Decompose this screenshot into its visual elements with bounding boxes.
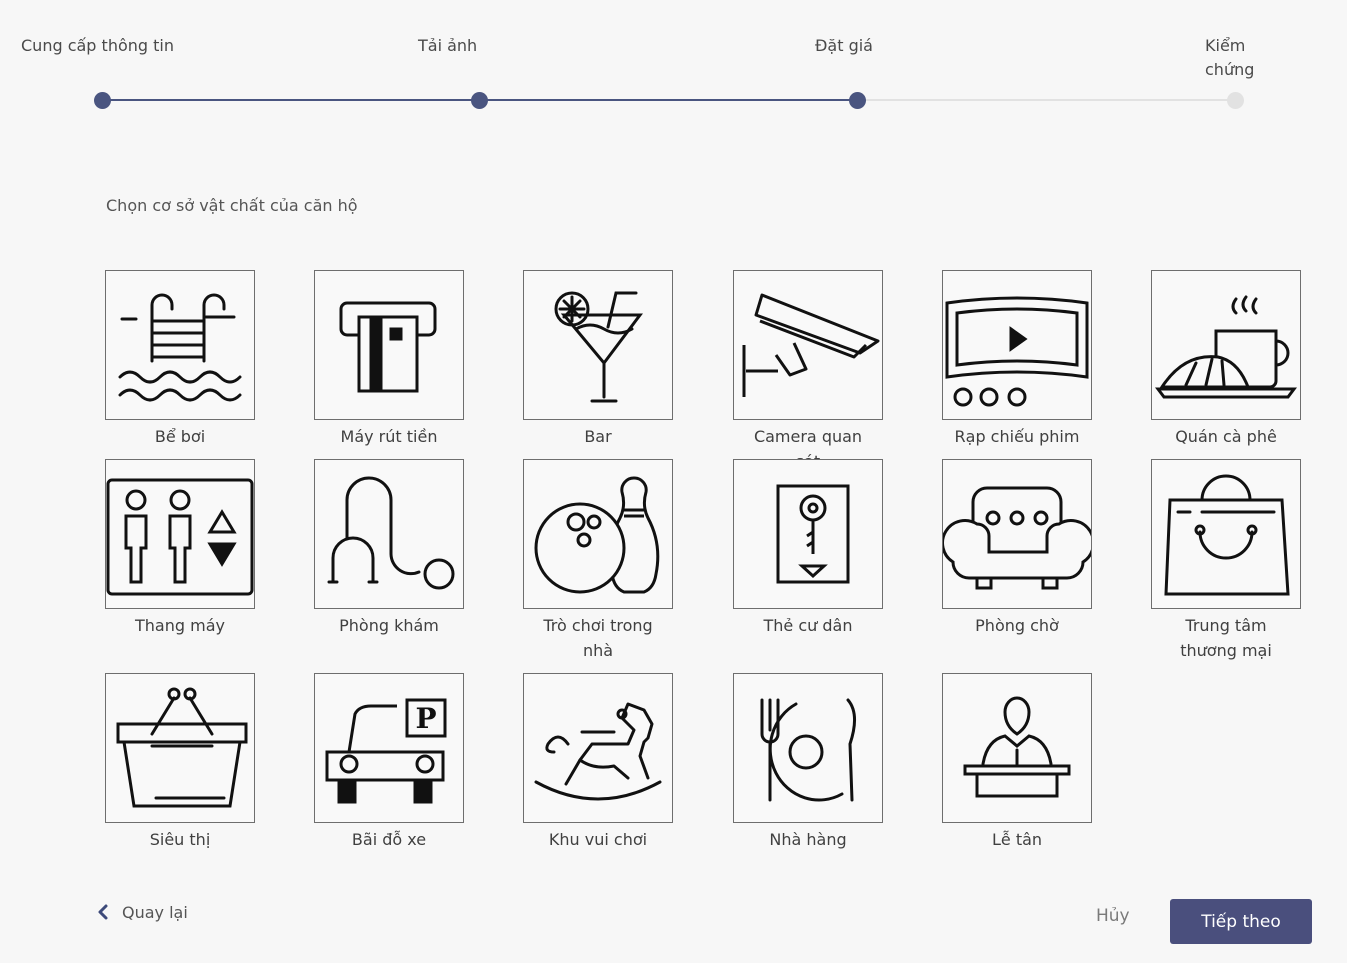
parking-icon: P <box>325 698 447 804</box>
progress-track-remaining <box>858 99 1236 101</box>
amenity-tile-indoor-games[interactable]: Trò chơi trong nhà <box>523 459 673 663</box>
step-label-info: Cung cấp thông tin <box>21 36 174 55</box>
back-button-label: Quay lại <box>122 902 188 922</box>
step-dot-2 <box>471 92 488 109</box>
amenity-label: Rạp chiếu phim <box>954 427 1080 446</box>
amenity-label: Máy rút tiền <box>340 427 438 446</box>
amenity-tile-supermarket[interactable]: Siêu thị <box>105 673 255 852</box>
amenity-tile-mall[interactable]: Trung tâm thương mại <box>1151 459 1301 663</box>
amenity-tile-resident-card[interactable]: Thẻ cư dân <box>733 459 883 638</box>
atm-icon <box>339 301 437 393</box>
amenity-tile-atm[interactable]: Máy rút tiền <box>314 270 464 449</box>
progress-stepper: Cung cấp thông tin Tải ảnh Đặt giá Kiểm … <box>0 0 1347 130</box>
amenity-label: Bar <box>584 427 612 446</box>
coffee-icon <box>1155 295 1297 399</box>
security-camera-icon <box>742 293 880 397</box>
amenity-label: Thang máy <box>135 616 225 635</box>
amenity-label: Nhà hàng <box>769 830 847 849</box>
amenity-tile-pool[interactable]: Bể bơi <box>105 270 255 449</box>
amenity-tile-parking[interactable]: P Bãi đỗ xe <box>314 673 464 852</box>
amenities-prompt: Chọn cơ sở vật chất của căn hộ <box>106 196 358 215</box>
amenity-tile-elevator[interactable]: Thang máy <box>105 459 255 638</box>
amenity-tile-camera[interactable]: Camera quan sát <box>733 270 883 474</box>
step-label-photos: Tải ảnh <box>418 36 478 55</box>
amenity-tile-bar[interactable]: Bar <box>523 270 673 449</box>
shopping-bag-icon <box>1164 474 1290 596</box>
amenity-label: Khu vui chơi <box>548 830 648 849</box>
amenity-tile-restaurant[interactable]: Nhà hàng <box>733 673 883 852</box>
amenity-label: Siêu thị <box>149 830 211 849</box>
amenity-label: Trò chơi trong nhà <box>543 616 653 660</box>
amenity-label: Quán cà phê <box>1175 427 1277 446</box>
cancel-button[interactable]: Hủy <box>1096 906 1130 926</box>
amenity-label: Thẻ cư dân <box>763 616 853 635</box>
amenity-label: Phòng chờ <box>975 616 1059 635</box>
step-dot-1 <box>94 92 111 109</box>
amenity-label: Lễ tân <box>991 830 1043 849</box>
armchair-icon <box>943 486 1091 590</box>
svg-text:P: P <box>415 702 436 735</box>
step-label-price: Đặt giá <box>815 36 873 55</box>
restaurant-icon <box>760 698 856 802</box>
amenity-label: Trung tâm thương mại <box>1180 616 1272 660</box>
reception-icon <box>963 696 1071 798</box>
amenity-tile-reception[interactable]: Lễ tân <box>942 673 1092 852</box>
next-button[interactable]: Tiếp theo <box>1170 899 1312 944</box>
amenity-tile-lounge[interactable]: Phòng chờ <box>942 459 1092 638</box>
amenity-tile-clinic[interactable]: Phòng khám <box>314 459 464 638</box>
pool-icon <box>118 293 242 402</box>
stethoscope-icon <box>327 476 455 590</box>
step-dot-4 <box>1227 92 1244 109</box>
amenity-tile-playground[interactable]: Khu vui chơi <box>523 673 673 852</box>
amenity-label: Phòng khám <box>339 616 439 635</box>
amenity-label: Bãi đỗ xe <box>351 830 427 849</box>
elevator-icon <box>106 478 254 596</box>
step-label-verify: Kiểm chứng <box>1205 36 1255 79</box>
cinema-icon <box>945 296 1089 407</box>
chevron-left-icon <box>98 904 108 920</box>
rocking-horse-icon <box>534 702 662 801</box>
key-card-icon <box>776 484 850 584</box>
basket-icon <box>116 687 248 808</box>
back-button[interactable]: Quay lại <box>92 900 188 924</box>
amenity-tile-cinema[interactable]: Rạp chiếu phim <box>942 270 1092 449</box>
cocktail-icon <box>554 291 643 403</box>
bowling-icon <box>534 476 660 594</box>
amenity-tile-cafe[interactable]: Quán cà phê <box>1151 270 1301 449</box>
step-dot-3 <box>849 92 866 109</box>
amenity-label: Bể bơi <box>154 427 206 446</box>
